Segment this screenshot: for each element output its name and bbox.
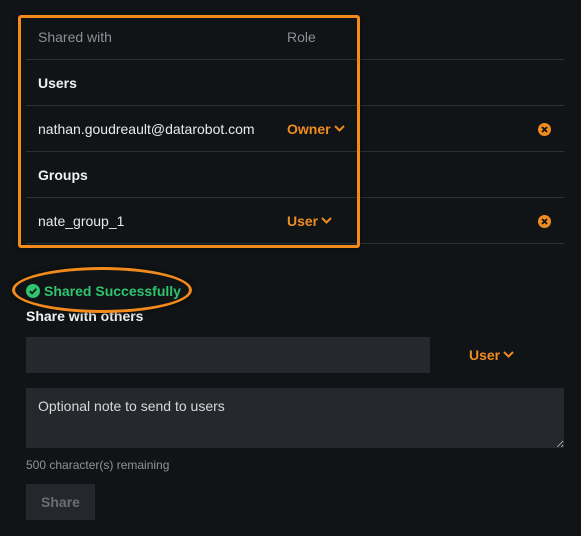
- user-name: nathan.goudreault@datarobot.com: [38, 121, 255, 137]
- table-row: nathan.goudreault@datarobot.com Owner: [26, 106, 564, 152]
- table-row: nate_group_1 User: [26, 198, 564, 244]
- chevron-down-icon: [503, 351, 514, 359]
- table-header: Shared with Role: [26, 14, 564, 60]
- share-recipient-input[interactable]: [26, 337, 430, 373]
- remove-circle-icon[interactable]: [538, 123, 551, 136]
- group-name: nate_group_1: [38, 213, 125, 229]
- column-header-role: Role: [287, 29, 316, 45]
- user-role-dropdown[interactable]: Owner: [287, 106, 345, 152]
- groups-section-label: Groups: [38, 167, 88, 183]
- check-circle-icon: [26, 284, 40, 298]
- note-textarea[interactable]: [26, 388, 564, 448]
- chevron-down-icon: [321, 217, 332, 225]
- users-section-header: Users: [26, 60, 564, 106]
- share-dialog: Shared with Role Users nathan.goudreault…: [0, 0, 581, 536]
- share-role-label: User: [469, 347, 501, 363]
- share-role-dropdown[interactable]: User: [469, 337, 514, 373]
- group-role-label: User: [287, 213, 319, 229]
- share-button[interactable]: Share: [26, 484, 95, 520]
- character-count: 500 character(s) remaining: [26, 458, 170, 472]
- status-text: Shared Successfully: [44, 283, 181, 299]
- group-role-dropdown[interactable]: User: [287, 198, 332, 244]
- users-section-label: Users: [38, 75, 77, 91]
- chevron-down-icon: [333, 125, 345, 133]
- groups-section-header: Groups: [26, 152, 564, 198]
- column-header-shared-with: Shared with: [38, 29, 112, 45]
- status-message: Shared Successfully: [26, 282, 181, 300]
- remove-circle-icon[interactable]: [538, 215, 551, 228]
- user-role-label: Owner: [287, 121, 331, 137]
- share-with-others-title: Share with others: [26, 308, 144, 324]
